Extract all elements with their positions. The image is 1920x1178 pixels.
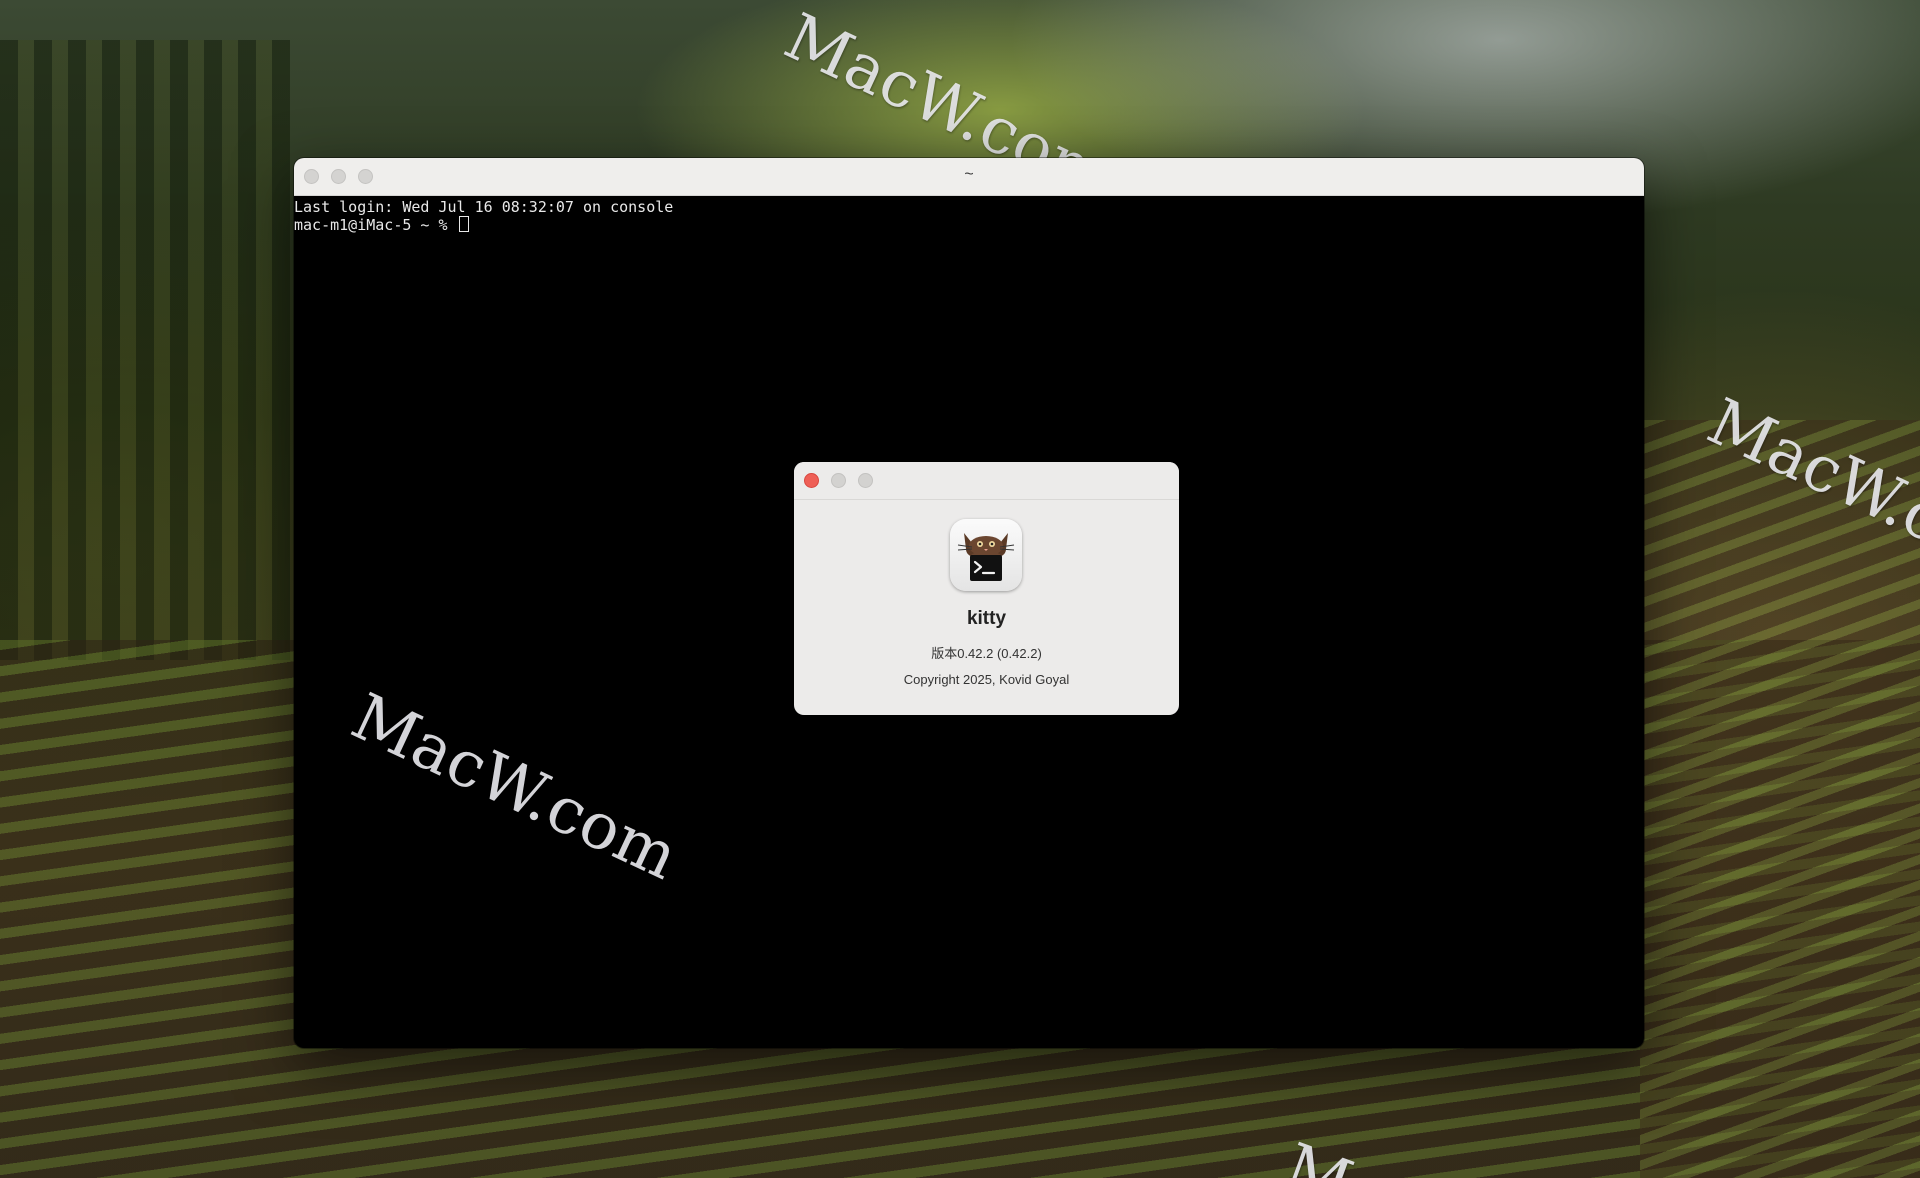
terminal-title: ~ — [964, 166, 974, 183]
app-copyright: Copyright 2025, Kovid Goyal — [903, 672, 1070, 687]
kitty-app-icon — [950, 519, 1022, 591]
terminal-line-prompt: mac-m1@iMac-5 ~ % — [294, 216, 1644, 234]
terminal-output[interactable]: Last login: Wed Jul 16 08:32:07 on conso… — [294, 196, 1644, 234]
close-dialog-button[interactable] — [804, 473, 819, 488]
terminal-line-login: Last login: Wed Jul 16 08:32:07 on conso… — [294, 198, 674, 216]
app-version: 版本0.42.2 (0.42.2) — [931, 646, 1042, 661]
about-titlebar[interactable] — [794, 462, 1179, 500]
terminal-prompt: mac-m1@iMac-5 ~ % — [294, 216, 457, 234]
terminal-titlebar[interactable]: ~ — [294, 158, 1644, 196]
terminal-cursor — [458, 216, 469, 232]
minimize-dialog-button — [831, 473, 846, 488]
about-dialog[interactable]: kitty 版本0.42.2 (0.42.2) Copyright 2025, … — [794, 462, 1179, 715]
desktop-wallpaper: MacW.com MacW.com ~ Last login: Wed Jul … — [0, 0, 1920, 1178]
zoom-dialog-button — [858, 473, 873, 488]
app-name: kitty — [966, 608, 1007, 629]
wallpaper-forest — [0, 40, 290, 660]
